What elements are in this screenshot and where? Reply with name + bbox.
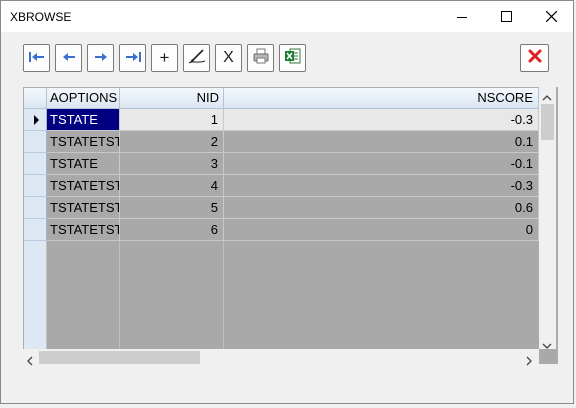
maximize-icon	[500, 11, 512, 22]
table-cell-nscore[interactable]: -0.3	[224, 175, 539, 197]
window-title: XBROWSE	[10, 10, 72, 24]
scroll-right-icon[interactable]	[525, 353, 533, 371]
xbrowse-window: XBROWSE + X AOPTIONS NID NSCORE TSTATE 1…	[0, 0, 574, 404]
first-record-button[interactable]	[23, 44, 50, 72]
next-record-icon	[93, 48, 109, 68]
table-cell-nscore[interactable]: -0.3	[224, 109, 539, 131]
horizontal-scroll-thumb[interactable]	[39, 351, 200, 364]
print-button[interactable]	[247, 44, 274, 72]
close-button[interactable]	[520, 44, 549, 72]
printer-icon	[252, 48, 270, 69]
column-divider	[46, 241, 47, 349]
red-close-icon	[528, 48, 542, 68]
vertical-scroll-thumb[interactable]	[541, 104, 554, 140]
table-cell-nscore[interactable]: 0	[224, 219, 539, 241]
row-selector[interactable]	[24, 131, 46, 153]
row-selector[interactable]	[24, 175, 46, 197]
table-cell-nscore[interactable]: -0.1	[224, 153, 539, 175]
table-cell-aoptions[interactable]: TSTATETST	[47, 131, 120, 153]
window-close-button[interactable]	[528, 1, 574, 32]
row-selector[interactable]	[24, 197, 46, 219]
add-record-button[interactable]: +	[151, 44, 178, 72]
column-header-nid[interactable]: NID	[120, 88, 224, 109]
delete-record-button[interactable]: X	[215, 44, 242, 72]
table-cell-nscore[interactable]: 0.6	[224, 197, 539, 219]
column-divider	[223, 241, 224, 349]
plus-icon: +	[159, 48, 170, 67]
minimize-button[interactable]	[439, 1, 485, 32]
table-cell-nid[interactable]: 3	[120, 153, 224, 175]
column-divider	[119, 241, 120, 349]
horizontal-scrollbar[interactable]	[23, 349, 539, 366]
header-corner	[24, 88, 47, 109]
vertical-scrollbar[interactable]	[539, 87, 556, 349]
edit-record-button[interactable]	[183, 44, 210, 72]
table-cell-nid[interactable]: 6	[120, 219, 224, 241]
prev-record-button[interactable]	[55, 44, 82, 72]
last-record-icon	[124, 48, 142, 68]
table-cell-aoptions[interactable]: TSTATE	[47, 109, 120, 131]
table-cell-nid[interactable]: 2	[120, 131, 224, 153]
last-record-button[interactable]	[119, 44, 146, 72]
close-icon	[545, 11, 557, 22]
table-cell-aoptions[interactable]: TSTATETST	[47, 219, 120, 241]
table-cell-nid[interactable]: 1	[120, 109, 224, 131]
minimize-icon	[457, 12, 467, 22]
maximize-button[interactable]	[483, 1, 529, 32]
title-bar: XBROWSE	[1, 1, 573, 32]
table-cell-aoptions[interactable]: TSTATETST	[47, 175, 120, 197]
row-selector[interactable]	[24, 219, 46, 241]
toolbar: + X	[1, 40, 573, 78]
next-record-button[interactable]	[87, 44, 114, 72]
excel-icon	[284, 47, 302, 70]
table-cell-nid[interactable]: 4	[120, 175, 224, 197]
pen-edit-icon	[187, 47, 207, 70]
column-header-nscore[interactable]: NSCORE	[224, 88, 539, 109]
prev-record-icon	[61, 48, 77, 68]
scroll-down-icon[interactable]	[542, 337, 552, 355]
table-cell-aoptions[interactable]: TSTATE	[47, 153, 120, 175]
first-record-icon	[28, 48, 46, 68]
x-icon: X	[223, 49, 234, 66]
scroll-left-icon[interactable]	[26, 353, 34, 371]
table-cell-nscore[interactable]: 0.1	[224, 131, 539, 153]
table-cell-nid[interactable]: 5	[120, 197, 224, 219]
column-header-aoptions[interactable]: AOPTIONS	[47, 88, 120, 109]
browse-grid[interactable]: AOPTIONS NID NSCORE TSTATE 1 -0.3 TSTATE…	[23, 87, 558, 364]
table-cell-aoptions[interactable]: TSTATETST	[47, 197, 120, 219]
row-selector[interactable]	[24, 109, 46, 131]
row-selector[interactable]	[24, 153, 46, 175]
export-excel-button[interactable]	[279, 44, 306, 72]
